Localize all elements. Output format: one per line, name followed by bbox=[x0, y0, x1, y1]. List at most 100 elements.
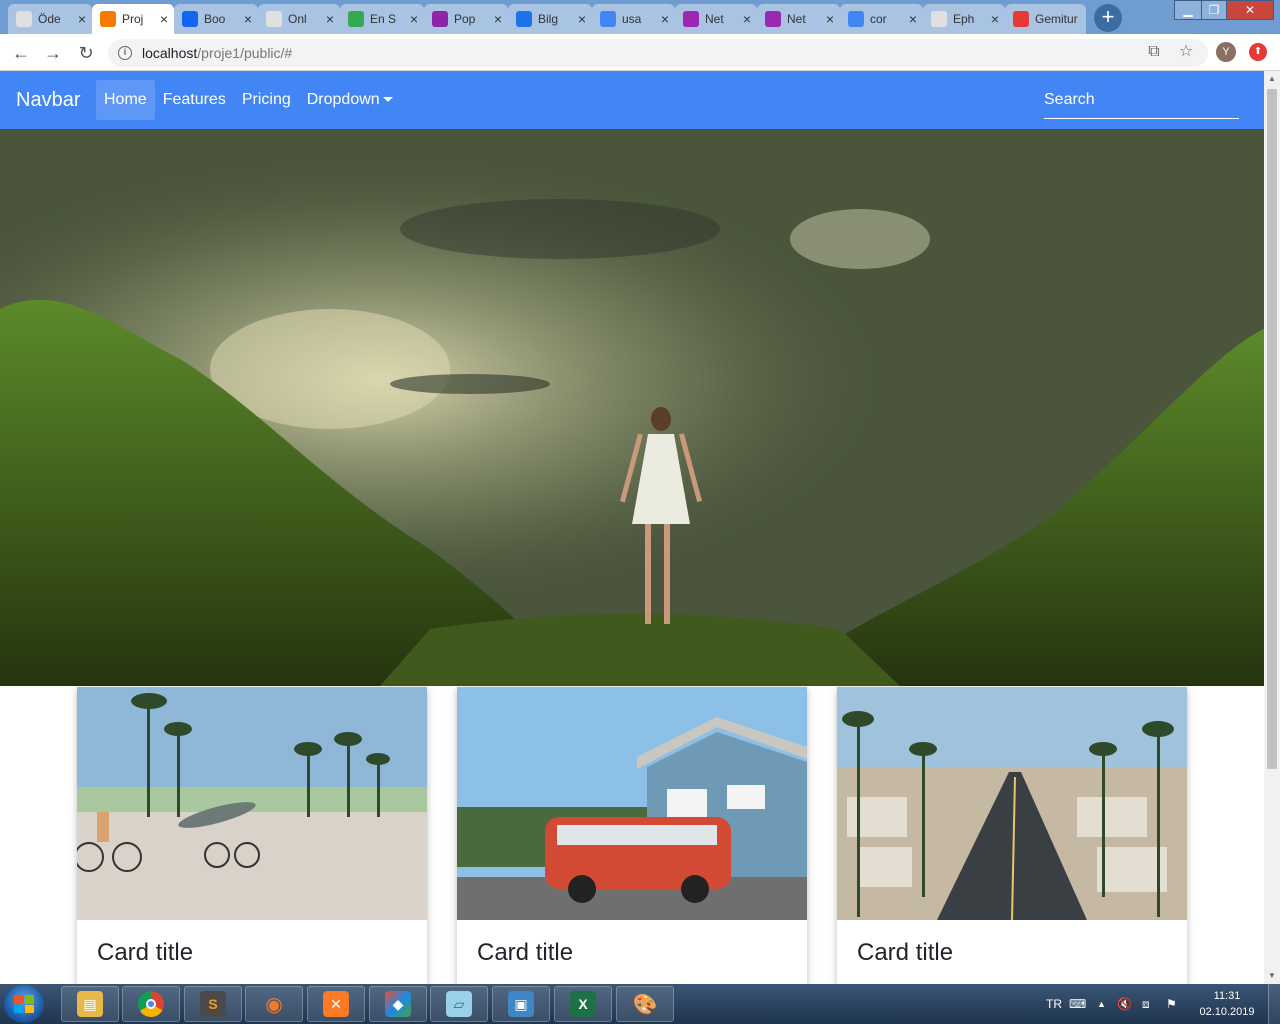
browser-tab[interactable]: usa × bbox=[592, 4, 675, 34]
taskbar-explorer[interactable]: ▤ bbox=[61, 986, 119, 1022]
tab-label: Eph bbox=[953, 12, 975, 26]
document-icon bbox=[931, 11, 947, 27]
xampp-icon bbox=[100, 11, 116, 27]
browser-tab[interactable]: Pop × bbox=[424, 4, 508, 34]
taskbar-git[interactable]: ◆ bbox=[369, 986, 427, 1022]
close-tab-icon[interactable]: × bbox=[826, 11, 834, 27]
tab-label: Pop bbox=[454, 12, 476, 26]
scroll-down-arrow-icon[interactable]: ▼ bbox=[1264, 968, 1280, 984]
back-icon[interactable]: ← bbox=[9, 41, 33, 65]
address-bar[interactable]: i localhost/proje1/public/# bbox=[108, 39, 1208, 67]
close-window-button[interactable]: ✕ bbox=[1226, 0, 1274, 20]
google-icon bbox=[600, 11, 616, 27]
close-tab-icon[interactable]: × bbox=[326, 11, 334, 27]
card-2[interactable]: Card title bbox=[457, 687, 807, 984]
browser-tab[interactable]: Eph × bbox=[923, 4, 1005, 34]
hero-photo-illustration bbox=[0, 129, 1264, 686]
scroll-up-arrow-icon[interactable]: ▲ bbox=[1264, 71, 1280, 87]
xampp-icon: ✕ bbox=[323, 991, 349, 1017]
taskbar-sublime[interactable]: S bbox=[184, 986, 242, 1022]
google-icon bbox=[848, 11, 864, 27]
tab-label: cor bbox=[870, 12, 887, 26]
page-scrollbar[interactable]: ▲ ▼ bbox=[1264, 71, 1280, 984]
close-tab-icon[interactable]: × bbox=[494, 11, 502, 27]
translate-icon[interactable]: ⧉ bbox=[1144, 42, 1164, 62]
caret-down-icon bbox=[382, 97, 393, 103]
browser-tab[interactable]: cor × bbox=[840, 4, 923, 34]
new-tab-button[interactable]: + bbox=[1094, 4, 1122, 32]
close-tab-icon[interactable]: × bbox=[743, 11, 751, 27]
network-icon[interactable]: ⧈ bbox=[1142, 984, 1150, 1024]
tab-label: Öde bbox=[38, 12, 61, 26]
browser-tab[interactable]: Gemitur bbox=[1005, 4, 1086, 34]
sublime-text-icon: S bbox=[200, 991, 226, 1017]
document-icon bbox=[266, 11, 282, 27]
close-tab-icon[interactable]: × bbox=[909, 11, 917, 27]
navbar-links: Home Features Pricing Dropdown bbox=[96, 80, 401, 120]
folder-icon: ▤ bbox=[77, 991, 103, 1017]
nav-link-dropdown[interactable]: Dropdown bbox=[299, 80, 401, 120]
circle-o-icon bbox=[516, 11, 532, 27]
close-tab-icon[interactable]: × bbox=[244, 11, 252, 27]
profile-avatar[interactable]: Y bbox=[1216, 42, 1236, 62]
mdb-icon bbox=[182, 11, 198, 27]
photos-icon: ▣ bbox=[508, 991, 534, 1017]
site-info-icon[interactable]: i bbox=[118, 46, 132, 60]
taskbar-excel[interactable]: X bbox=[554, 986, 612, 1022]
tab-label: usa bbox=[622, 12, 642, 26]
browser-tab[interactable]: Onl × bbox=[258, 4, 340, 34]
browser-tab[interactable]: Net × bbox=[675, 4, 757, 34]
url-host: localhost bbox=[142, 45, 198, 61]
maximize-button[interactable]: ❐ bbox=[1201, 0, 1227, 20]
browser-tab[interactable]: Net × bbox=[757, 4, 840, 34]
tab-label: Proj bbox=[122, 12, 144, 26]
extension-icon[interactable]: ⬆ bbox=[1249, 43, 1267, 61]
close-tab-icon[interactable]: × bbox=[410, 11, 418, 27]
taskbar-chrome[interactable] bbox=[122, 986, 180, 1022]
hero-image bbox=[0, 129, 1264, 686]
language-indicator[interactable]: TR bbox=[1046, 984, 1062, 1024]
taskbar-photos[interactable]: ▣ bbox=[492, 986, 550, 1022]
card-1[interactable]: Card title bbox=[77, 687, 427, 984]
card-3[interactable]: Card title bbox=[837, 687, 1187, 984]
close-tab-icon[interactable]: × bbox=[160, 11, 168, 27]
browser-tab-strip: Öde × Proj × Boo × Onl × En S × Pop × Bilg × usa × Net × N… bbox=[0, 0, 1280, 34]
volume-muted-icon[interactable]: 🔇 bbox=[1117, 984, 1132, 1024]
start-button[interactable] bbox=[4, 985, 44, 1023]
taskbar-blender[interactable]: ◉ bbox=[245, 986, 303, 1022]
close-tab-icon[interactable]: × bbox=[578, 11, 586, 27]
bookmark-star-icon[interactable]: ☆ bbox=[1176, 42, 1196, 62]
browser-tab[interactable]: Boo × bbox=[174, 4, 258, 34]
close-tab-icon[interactable]: × bbox=[661, 11, 669, 27]
keyboard-icon[interactable]: ⌨ bbox=[1069, 984, 1086, 1024]
reload-icon[interactable]: ↻ bbox=[74, 41, 98, 65]
page-viewport: Navbar Home Features Pricing Dropdown Se… bbox=[0, 71, 1264, 984]
close-tab-icon[interactable]: × bbox=[991, 11, 999, 27]
action-center-flag-icon[interactable]: ⚑ bbox=[1166, 984, 1177, 1024]
close-tab-icon[interactable]: × bbox=[78, 11, 86, 27]
show-desktop-button[interactable] bbox=[1268, 984, 1280, 1024]
forward-icon[interactable]: → bbox=[41, 41, 65, 65]
browser-tab[interactable]: Bilg × bbox=[508, 4, 592, 34]
taskbar-paint[interactable]: 🎨 bbox=[616, 986, 674, 1022]
taskbar-xampp[interactable]: ✕ bbox=[307, 986, 365, 1022]
blender-icon: ◉ bbox=[265, 993, 283, 1016]
browser-tab[interactable]: En S × bbox=[340, 4, 424, 34]
scroll-thumb[interactable] bbox=[1267, 89, 1277, 769]
document-icon bbox=[16, 11, 32, 27]
search-input[interactable]: Search bbox=[1044, 89, 1239, 119]
nav-link-home[interactable]: Home bbox=[96, 80, 155, 120]
tab-label: Net bbox=[787, 12, 806, 26]
browser-tab[interactable]: Öde × bbox=[8, 4, 92, 34]
nav-link-features[interactable]: Features bbox=[155, 80, 234, 120]
tray-expand-icon[interactable]: ▲ bbox=[1097, 984, 1106, 1024]
browser-tab[interactable]: Proj × bbox=[92, 4, 174, 34]
nav-link-pricing[interactable]: Pricing bbox=[234, 80, 299, 120]
taskbar-notepad[interactable]: ▱ bbox=[430, 986, 488, 1022]
navbar-brand[interactable]: Navbar bbox=[16, 89, 80, 112]
clock-date: 02.10.2019 bbox=[1199, 1006, 1255, 1018]
minimize-button[interactable]: ▁ bbox=[1174, 0, 1202, 20]
browser-toolbar: ← → ↻ i localhost/proje1/public/# ⧉ ☆ bbox=[0, 34, 1280, 71]
system-clock[interactable]: 11:31 02.10.2019 bbox=[1196, 988, 1258, 1020]
windows-taskbar: ▤ S ◉ ✕ ◆ ▱ ▣ X 🎨 TR ⌨ ▲ 🔇 ⧈ ⚑ 11:31 02.… bbox=[0, 984, 1280, 1024]
